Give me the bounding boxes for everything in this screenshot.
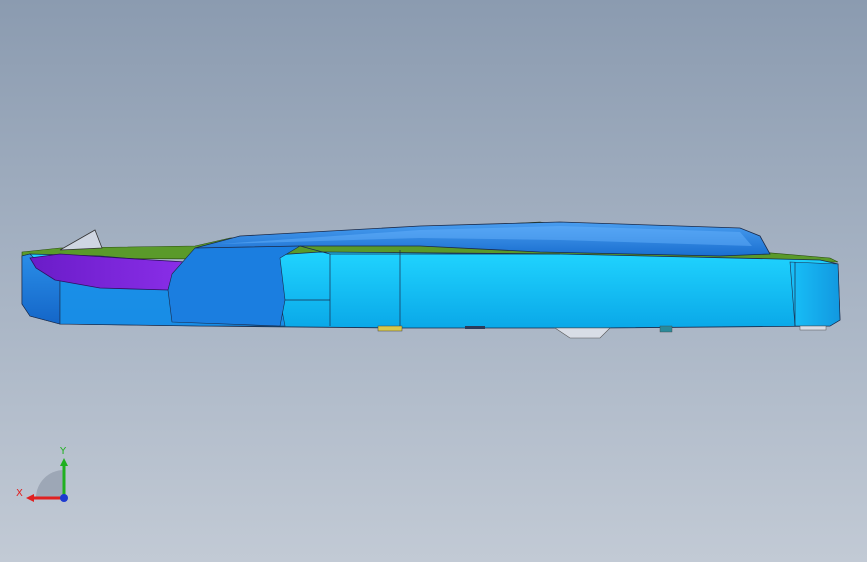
axis-triad: X Y xyxy=(16,446,68,502)
y-axis-label: Y xyxy=(59,446,67,457)
3d-viewport[interactable]: X Y xyxy=(0,0,867,562)
right-end-block xyxy=(789,261,841,327)
x-axis-arrow xyxy=(26,494,34,502)
x-axis-label: X xyxy=(16,488,23,499)
model-canvas[interactable] xyxy=(0,0,867,562)
fin-part xyxy=(59,229,103,251)
triad-shading xyxy=(36,470,64,498)
z-axis-dot xyxy=(60,494,68,502)
y-axis-arrow xyxy=(60,458,68,466)
